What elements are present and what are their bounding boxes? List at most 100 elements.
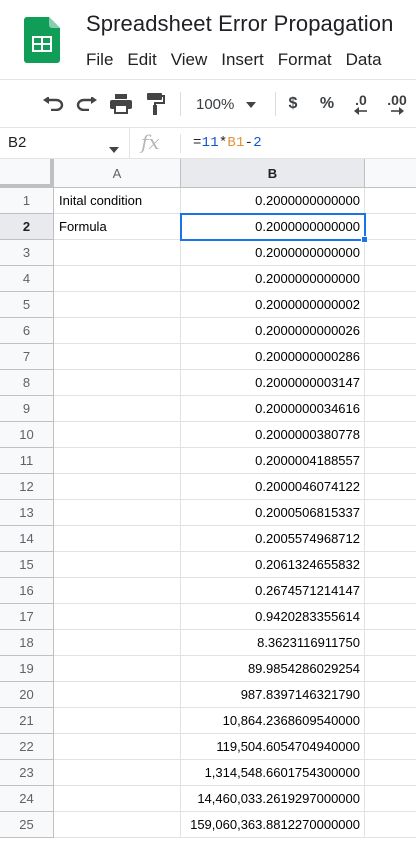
cell-a[interactable]	[54, 240, 181, 266]
cell-c[interactable]	[365, 240, 416, 266]
menu-format[interactable]: Format	[278, 48, 332, 72]
decrease-decimal-button[interactable]: .0	[348, 92, 374, 116]
column-header-a[interactable]: A	[54, 159, 181, 188]
row-header[interactable]: 21	[0, 708, 54, 734]
cell-b[interactable]: 0.2000000000000	[181, 240, 365, 266]
row-header[interactable]: 5	[0, 292, 54, 318]
document-title[interactable]: Spreadsheet Error Propagation	[86, 11, 393, 37]
row-header[interactable]: 6	[0, 318, 54, 344]
cell-b[interactable]: 159,060,363.8812270000000	[181, 812, 365, 838]
google-sheets-logo[interactable]	[24, 17, 60, 63]
row-header[interactable]: 20	[0, 682, 54, 708]
cell-a[interactable]	[54, 318, 181, 344]
cell-c[interactable]	[365, 266, 416, 292]
cell-c[interactable]	[365, 578, 416, 604]
select-all-corner[interactable]	[0, 159, 54, 188]
cell-b[interactable]: 89.9854286029254	[181, 656, 365, 682]
cell-a[interactable]	[54, 422, 181, 448]
cell-a[interactable]: Formula	[54, 214, 181, 240]
cell-b[interactable]: 0.2000000000000	[180, 213, 368, 243]
cell-b[interactable]: 0.2000000000000	[181, 266, 365, 292]
cell-a[interactable]	[54, 344, 181, 370]
cell-a[interactable]	[54, 760, 181, 786]
cell-b[interactable]: 0.2061324655832	[181, 552, 365, 578]
cell-b[interactable]: 0.2674571214147	[181, 578, 365, 604]
row-header[interactable]: 10	[0, 422, 54, 448]
cell-c[interactable]	[365, 760, 416, 786]
formula-input[interactable]: =11*B1-2	[193, 135, 262, 151]
row-header[interactable]: 4	[0, 266, 54, 292]
print-icon[interactable]	[108, 92, 134, 116]
cell-c[interactable]	[365, 552, 416, 578]
row-header[interactable]: 15	[0, 552, 54, 578]
cell-c[interactable]	[365, 604, 416, 630]
row-header[interactable]: 19	[0, 656, 54, 682]
cell-b[interactable]: 0.2000000000026	[181, 318, 365, 344]
cell-b[interactable]: 14,460,033.2619297000000	[181, 786, 365, 812]
menu-edit[interactable]: Edit	[127, 48, 156, 72]
cell-c[interactable]	[365, 526, 416, 552]
cell-a[interactable]	[54, 370, 181, 396]
cell-b[interactable]: 0.9420283355614	[181, 604, 365, 630]
cell-b[interactable]: 0.2000000034616	[181, 396, 365, 422]
name-box[interactable]: B2	[0, 128, 130, 158]
menu-view[interactable]: View	[171, 48, 208, 72]
undo-icon[interactable]	[40, 92, 66, 116]
cell-b[interactable]: 0.2000000003147	[181, 370, 365, 396]
cell-a[interactable]	[54, 396, 181, 422]
cell-b[interactable]: 0.2000506815337	[181, 500, 365, 526]
column-header-b[interactable]: B	[181, 159, 365, 188]
cell-a[interactable]	[54, 708, 181, 734]
cell-c[interactable]	[365, 344, 416, 370]
menu-insert[interactable]: Insert	[221, 48, 264, 72]
cell-b[interactable]: 1,314,548.6601754300000	[181, 760, 365, 786]
row-header[interactable]: 18	[0, 630, 54, 656]
cell-c[interactable]	[365, 682, 416, 708]
row-header[interactable]: 7	[0, 344, 54, 370]
cell-c[interactable]	[365, 734, 416, 760]
row-header[interactable]: 11	[0, 448, 54, 474]
cell-a[interactable]	[54, 786, 181, 812]
cell-c[interactable]	[365, 214, 416, 240]
cell-a[interactable]	[54, 526, 181, 552]
cell-b[interactable]: 8.3623116911750	[181, 630, 365, 656]
cell-b[interactable]: 0.2000000380778	[181, 422, 365, 448]
cell-c[interactable]	[365, 474, 416, 500]
cell-a[interactable]	[54, 500, 181, 526]
menu-data[interactable]: Data	[346, 48, 382, 72]
cell-c[interactable]	[365, 812, 416, 838]
cell-c[interactable]	[365, 188, 416, 214]
row-header[interactable]: 12	[0, 474, 54, 500]
redo-icon[interactable]	[74, 92, 100, 116]
zoom-select[interactable]: 100%	[190, 92, 266, 116]
cell-c[interactable]	[365, 656, 416, 682]
cell-a[interactable]	[54, 630, 181, 656]
cell-a[interactable]	[54, 578, 181, 604]
cell-c[interactable]	[365, 448, 416, 474]
cell-a[interactable]	[54, 682, 181, 708]
fill-handle[interactable]	[361, 236, 368, 243]
cell-a[interactable]	[54, 448, 181, 474]
cell-a[interactable]	[54, 812, 181, 838]
cell-b[interactable]: 10,864.2368609540000	[181, 708, 365, 734]
cell-b[interactable]: 119,504.6054704940000	[181, 734, 365, 760]
cell-c[interactable]	[365, 396, 416, 422]
cell-a[interactable]	[54, 474, 181, 500]
paint-format-icon[interactable]	[144, 92, 168, 116]
percent-format-button[interactable]: %	[317, 92, 337, 116]
row-header[interactable]: 17	[0, 604, 54, 630]
currency-format-button[interactable]: $	[284, 92, 302, 116]
cell-c[interactable]	[365, 500, 416, 526]
row-header[interactable]: 14	[0, 526, 54, 552]
cell-c[interactable]	[365, 708, 416, 734]
row-header[interactable]: 1	[0, 188, 54, 214]
increase-decimal-button[interactable]: .00	[382, 92, 412, 116]
row-header[interactable]: 23	[0, 760, 54, 786]
row-header[interactable]: 22	[0, 734, 54, 760]
row-header[interactable]: 3	[0, 240, 54, 266]
cell-b[interactable]: 987.8397146321790	[181, 682, 365, 708]
cell-c[interactable]	[365, 630, 416, 656]
column-header-c[interactable]	[365, 159, 416, 188]
cell-a[interactable]: Inital condition	[54, 188, 181, 214]
cell-c[interactable]	[365, 292, 416, 318]
